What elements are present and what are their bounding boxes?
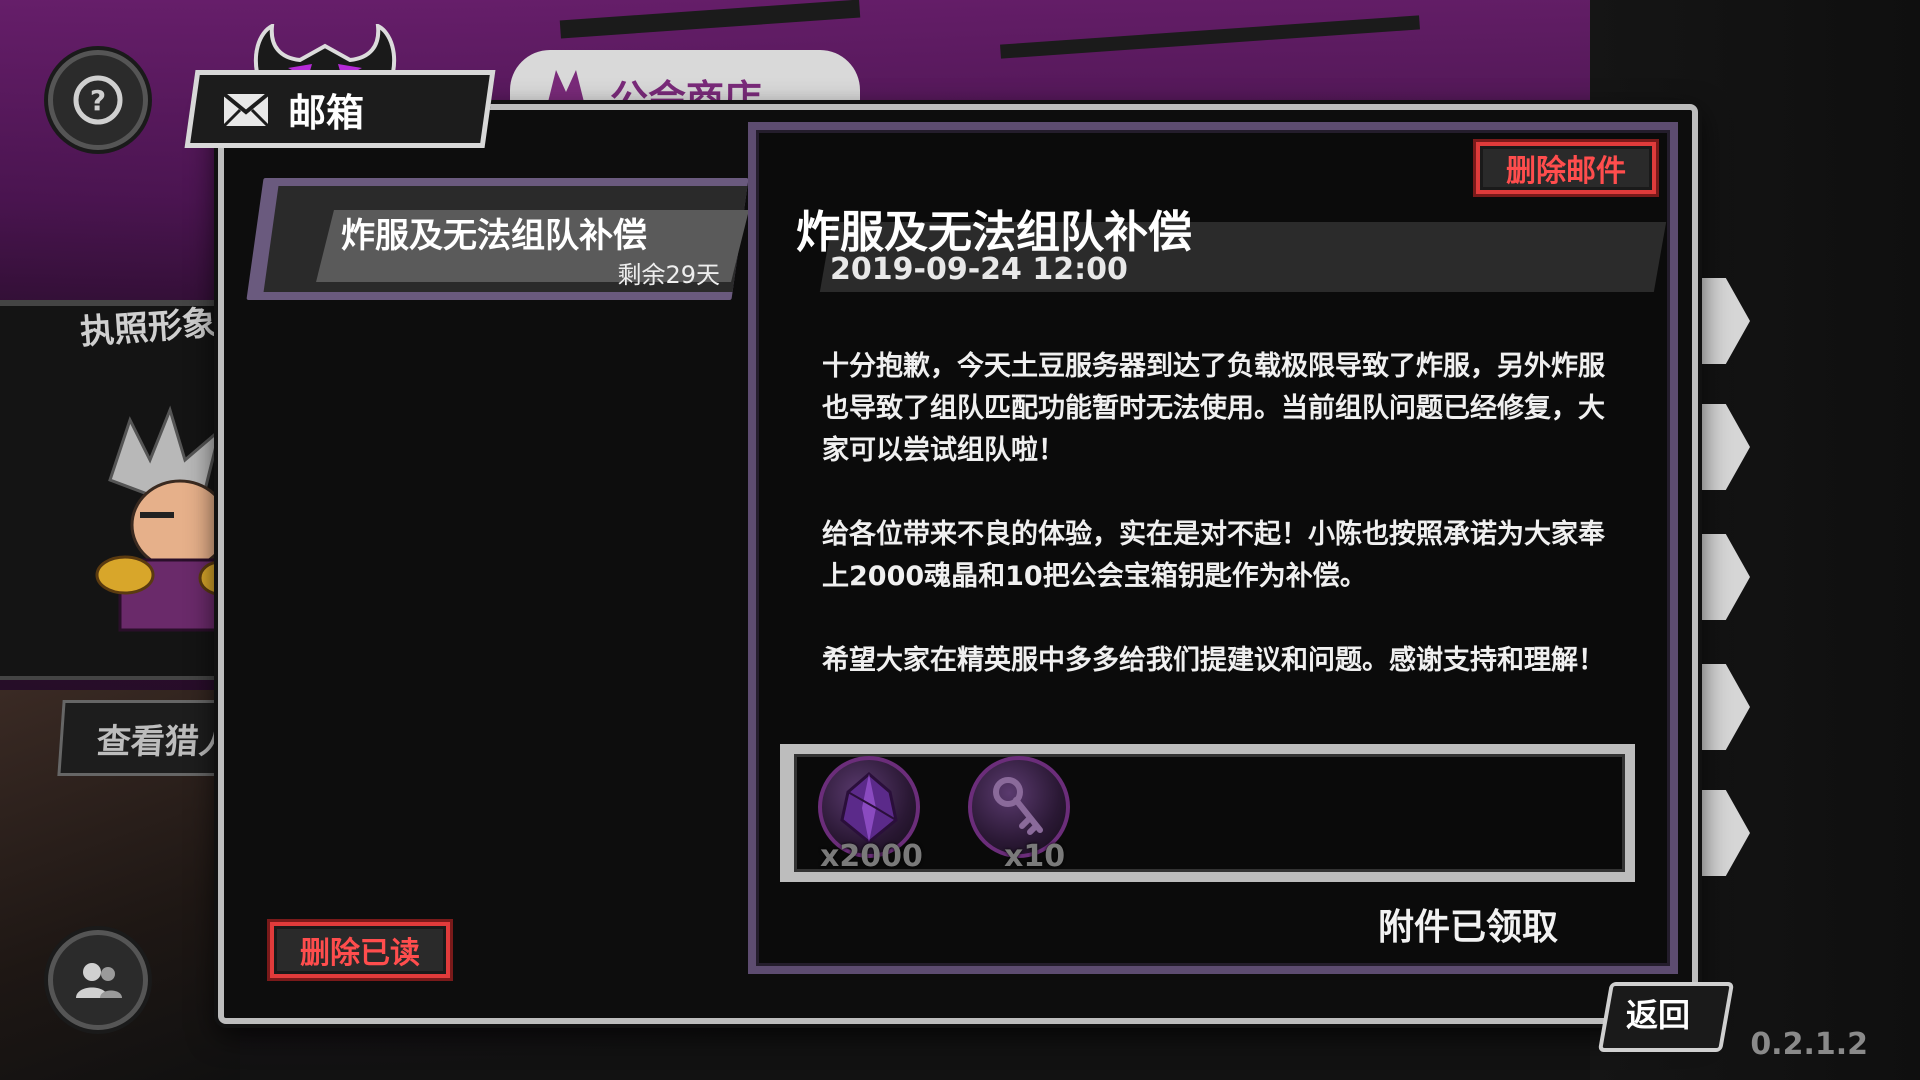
help-button[interactable]: ? [48, 50, 148, 150]
attachment-guild-key[interactable]: x10 [964, 754, 1074, 874]
back-button[interactable]: 返回 [1597, 982, 1735, 1052]
mail-item-subject: 炸服及无法组队补偿 [341, 216, 647, 256]
delete-mail-button[interactable]: 删除邮件 [1476, 142, 1656, 194]
view-hunter-label: 查看猎人 [95, 721, 235, 762]
mail-body: 十分抱歉，今天土豆服务器到达了负载极限导致了炸服，另外炸服也导致了组队匹配功能暂… [822, 346, 1622, 724]
mail-title: 炸服及无法组队补偿 [796, 207, 1192, 258]
envelope-icon [222, 91, 270, 128]
attachment-claimed-status: 附件已领取 [1378, 907, 1559, 948]
mail-list-item[interactable]: 炸服及无法组队补偿 剩余29天 [246, 178, 749, 300]
delete-mail-label: 删除邮件 [1506, 154, 1626, 189]
license-image-label: 执照形象 [79, 303, 218, 353]
attachment-soul-crystal[interactable]: x2000 [814, 754, 924, 874]
mail-paragraph: 希望大家在精英服中多多给我们提建议和问题。感谢支持和理解！ [822, 645, 1605, 676]
delete-read-label: 删除已读 [300, 936, 420, 971]
mail-paragraph: 给各位带来不良的体验，实在是对不起！小陈也按照承诺为大家奉上2000魂晶和10把… [822, 519, 1605, 592]
attachment-quantity: x2000 [820, 839, 923, 874]
back-button-label: 返回 [1626, 996, 1691, 1034]
mail-date: 2019-09-24 12:00 [830, 252, 1128, 287]
mail-paragraph: 十分抱歉，今天土豆服务器到达了负载极限导致了炸服，另外炸服也导致了组队匹配功能暂… [822, 351, 1605, 466]
version-label: 0.2.1.2 [1750, 1027, 1868, 1062]
window-title-text: 邮箱 [288, 91, 365, 135]
mail-item-remaining: 剩余29天 [617, 261, 720, 289]
svg-text:?: ? [90, 84, 106, 117]
help-icon: ? [73, 75, 123, 125]
friends-button[interactable] [48, 930, 148, 1030]
friends-icon [76, 963, 122, 998]
attachment-quantity: x10 [1004, 839, 1066, 874]
window-title: 邮箱 [222, 82, 364, 137]
delete-read-button[interactable]: 删除已读 [270, 922, 450, 978]
